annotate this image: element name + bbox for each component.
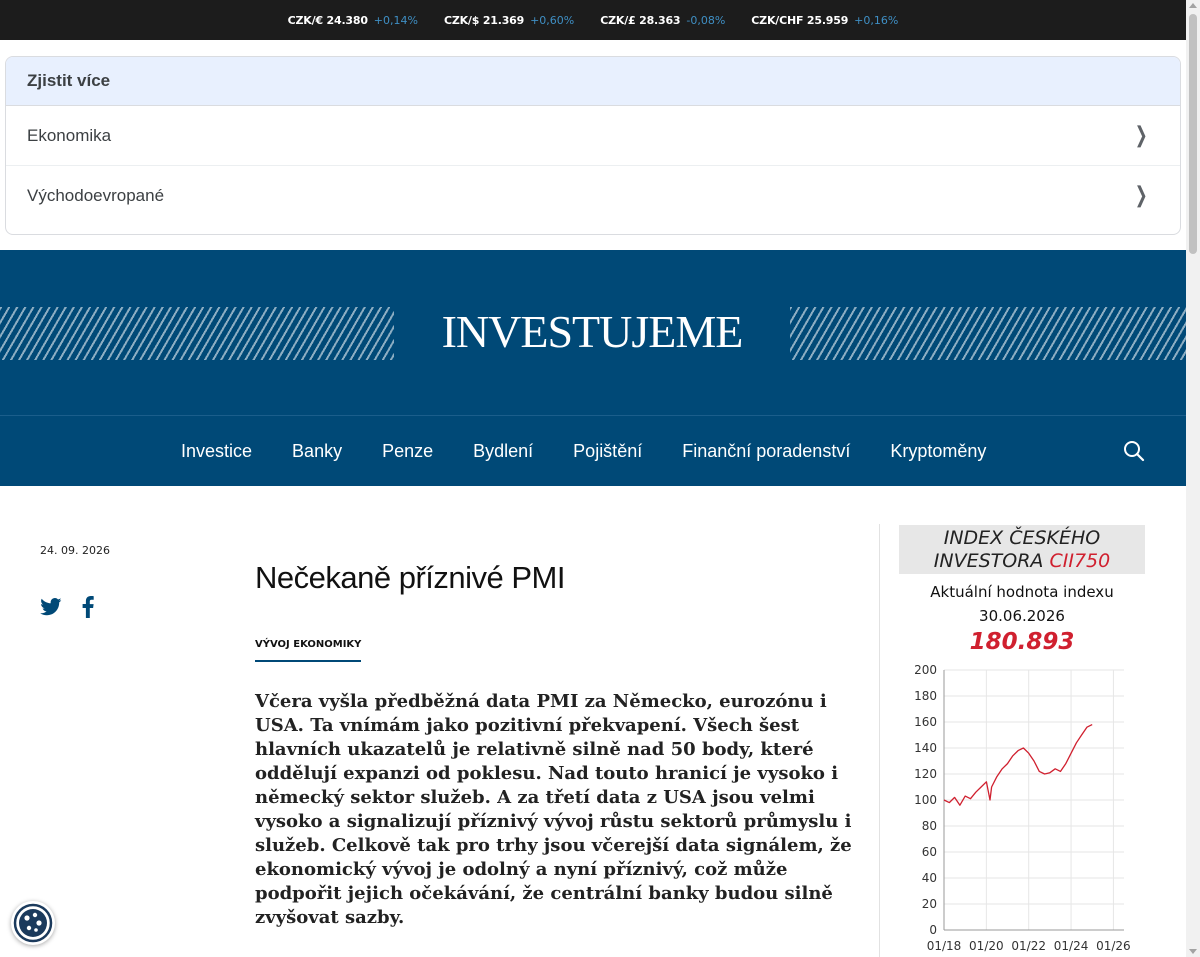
index-value: 180.893: [969, 629, 1075, 655]
ticker-pair: CZK/€ 24.380: [287, 13, 368, 27]
ticker-change: +0,14%: [373, 13, 418, 27]
y-tick-label: 140: [914, 741, 937, 755]
article-category[interactable]: VÝVOJ EKONOMIKY: [255, 639, 362, 662]
ticker-item: CZK/CHF 25.959 +0,16%: [751, 14, 898, 27]
ticker-pair: CZK/CHF 25.959: [751, 13, 849, 27]
index-title-line1: INDEX ČESKÉHO: [943, 527, 1101, 549]
index-title-line2: INVESTORA: [933, 550, 1044, 572]
article-lead: Včera vyšla předběžná data PMI za Německ…: [255, 691, 852, 928]
learn-more-item-vychodoevropane[interactable]: Východoevropané ❯: [6, 166, 1180, 225]
cookie-settings-button[interactable]: [11, 901, 55, 945]
nav-list: Investice Banky Penze Bydlení Pojištění …: [161, 416, 1006, 486]
main-navigation: Investice Banky Penze Bydlení Pojištění …: [0, 415, 1186, 486]
y-tick-label: 40: [922, 871, 937, 885]
decorative-stripes: [0, 307, 394, 360]
nav-item-kryptomeny[interactable]: Kryptoměny: [870, 441, 1006, 462]
scroll-up-arrow-icon[interactable]: [1189, 3, 1197, 8]
y-tick-label: 160: [914, 715, 937, 729]
cookie-icon: [13, 903, 53, 943]
x-tick-label: 01/26: [1096, 939, 1131, 953]
ticker-change: +0,16%: [854, 13, 899, 27]
ticker-change: -0,08%: [686, 13, 726, 27]
index-widget-title: INDEX ČESKÉHO INVESTORA CII750: [899, 525, 1145, 574]
page-scrollbar[interactable]: [1186, 0, 1200, 957]
y-tick-label: 20: [922, 897, 937, 911]
x-tick-label: 01/22: [1011, 939, 1046, 953]
y-tick-label: 100: [914, 793, 937, 807]
ticker-pair: CZK/£ 28.363: [600, 13, 681, 27]
y-tick-label: 80: [922, 819, 937, 833]
nav-item-bydleni[interactable]: Bydlení: [453, 441, 553, 462]
ticker-pair: CZK/$ 21.369: [443, 13, 525, 27]
learn-more-item-ekonomika[interactable]: Ekonomika ❯: [6, 106, 1180, 166]
scrollbar-thumb[interactable]: [1189, 14, 1197, 254]
nav-item-financni-poradenstvi[interactable]: Finanční poradenství: [662, 441, 870, 462]
y-tick-label: 120: [914, 767, 937, 781]
index-subtitle: Aktuální hodnota indexu 30.06.2026: [899, 580, 1145, 628]
chevron-right-icon: ❯: [1134, 183, 1148, 208]
currency-ticker: CZK/€ 24.380 +0,14% CZK/$ 21.369 +0,60% …: [0, 0, 1186, 40]
ticker-change: +0,60%: [530, 13, 575, 27]
search-icon[interactable]: [1123, 440, 1145, 462]
chevron-right-icon: ❯: [1134, 123, 1148, 148]
nav-item-investice[interactable]: Investice: [161, 441, 272, 462]
sidebar-divider: [879, 524, 880, 957]
learn-more-item-label: Východoevropané: [27, 185, 165, 205]
ticker-item: CZK/$ 21.369 +0,60%: [444, 14, 574, 27]
series-line: [943, 724, 1093, 806]
y-tick-label: 180: [914, 689, 937, 703]
learn-more-panel: Zjistit více Ekonomika ❯ Východoevropané…: [5, 56, 1181, 235]
ticker-item: CZK/£ 28.363 -0,08%: [600, 14, 725, 27]
twitter-icon[interactable]: [40, 598, 62, 616]
x-tick-label: 01/18: [927, 939, 962, 953]
y-tick-label: 200: [914, 663, 937, 677]
learn-more-item-label: Ekonomika: [27, 125, 112, 145]
nav-item-banky[interactable]: Banky: [272, 441, 362, 462]
article-date: 24. 09. 2026: [40, 544, 110, 557]
index-date: 30.06.2026: [979, 607, 1065, 625]
y-tick-label: 0: [929, 923, 937, 937]
index-widget: INDEX ČESKÉHO INVESTORA CII750 Aktuální …: [899, 525, 1145, 655]
nav-item-pojisteni[interactable]: Pojištění: [553, 441, 662, 462]
index-subtitle-label: Aktuální hodnota indexu: [930, 583, 1114, 601]
site-logo[interactable]: INVESTUJEME: [394, 305, 790, 358]
y-tick-label: 60: [922, 845, 937, 859]
facebook-icon[interactable]: [82, 596, 94, 618]
nav-item-penze[interactable]: Penze: [362, 441, 453, 462]
index-chart: 0 20 40 60 80 100 120 140 160 180 200 01/18 01/20 01/…: [914, 663, 1131, 953]
x-tick-label: 01/24: [1054, 939, 1089, 953]
x-tick-label: 01/20: [969, 939, 1004, 953]
scroll-down-arrow-icon[interactable]: [1189, 949, 1197, 954]
site-masthead: INVESTUJEME: [0, 250, 1186, 415]
ticker-item: CZK/€ 24.380 +0,14%: [288, 14, 418, 27]
learn-more-heading: Zjistit více: [6, 57, 1180, 106]
decorative-stripes: [790, 307, 1186, 360]
share-buttons: [40, 596, 94, 618]
index-code: CII750: [1049, 550, 1111, 572]
article-title: Nečekaně příznivé PMI: [255, 560, 565, 595]
